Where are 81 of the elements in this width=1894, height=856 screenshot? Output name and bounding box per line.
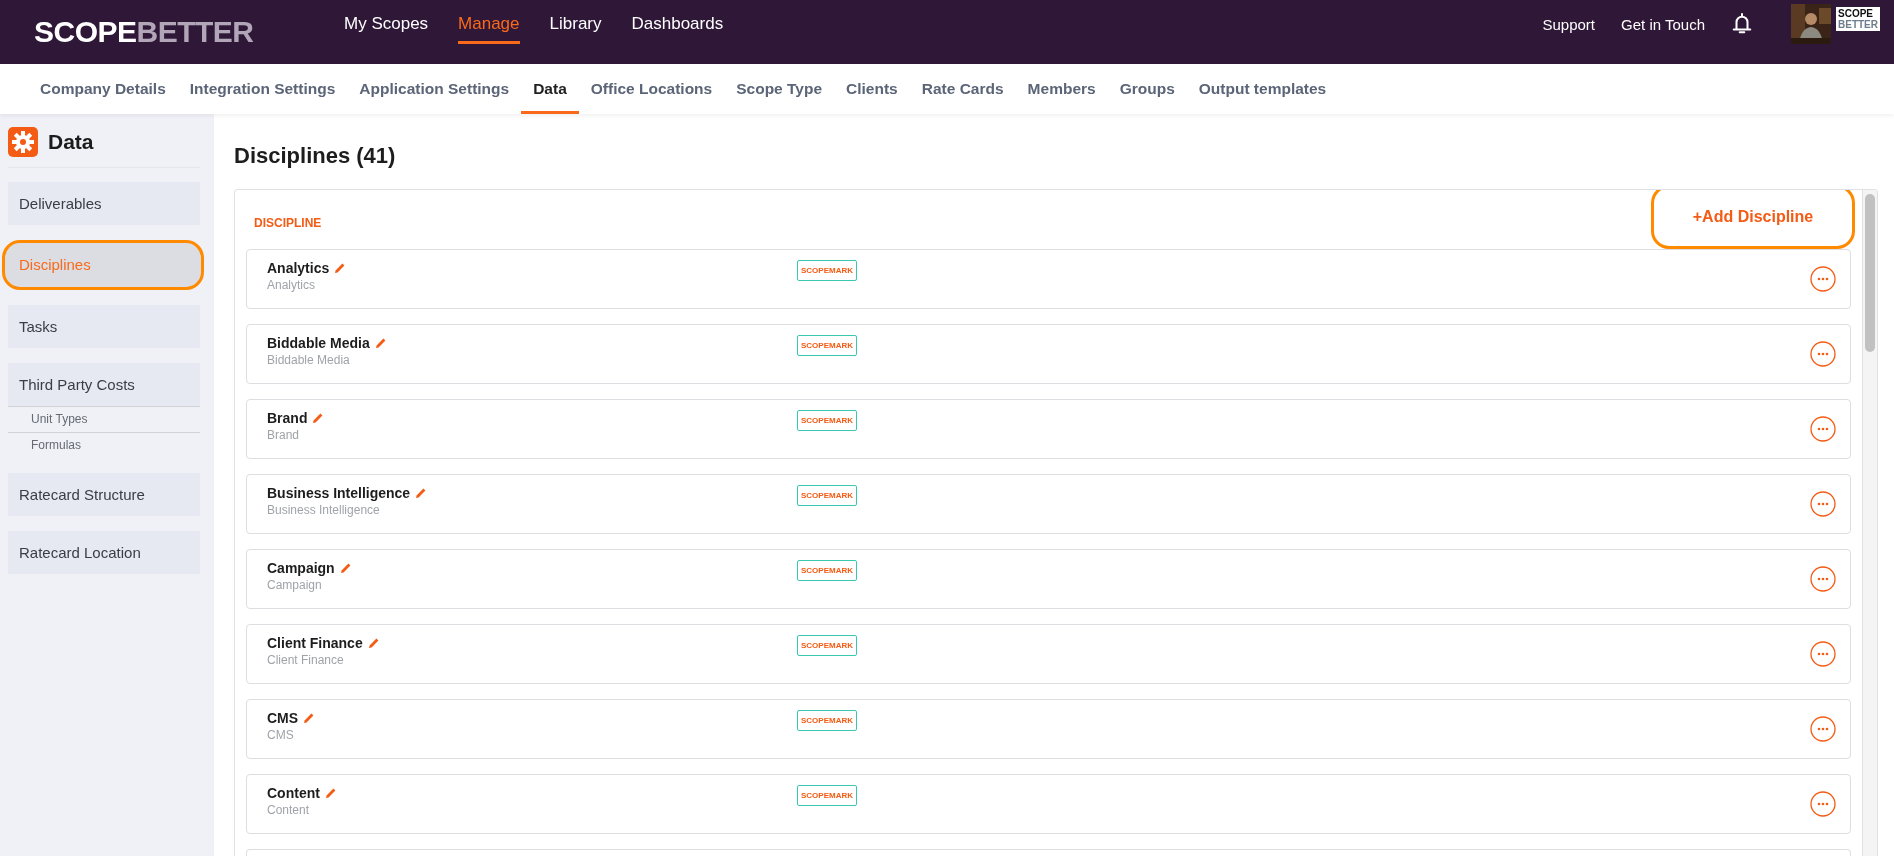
scopemark-tag: SCOPEMARK (797, 260, 857, 281)
scopemark-tag: SCOPEMARK (797, 410, 857, 431)
list-row[interactable]: Business Intelligence Business Intelligence SCOPEMARK (246, 474, 1851, 534)
discipline-name: CMS (267, 710, 299, 726)
settings-tab[interactable]: Scope Type (724, 64, 835, 114)
settings-tab[interactable]: Office Locations (578, 64, 725, 114)
pencil-icon[interactable] (367, 637, 380, 649)
discipline-name: Business Intelligence (267, 485, 411, 501)
pencil-icon[interactable] (312, 412, 325, 424)
scrollbar-thumb[interactable] (1865, 194, 1875, 352)
scrollbar[interactable] (1862, 190, 1877, 856)
nav-link[interactable]: Manage (458, 4, 520, 44)
scopemark-tag: SCOPEMARK (797, 635, 857, 656)
notification-bell-icon[interactable] (1731, 12, 1753, 36)
discipline-subtitle: Campaign (267, 578, 323, 592)
discipline-subtitle: CMS (267, 728, 295, 742)
list-row[interactable]: Brand Brand SCOPEMARK (246, 399, 1851, 459)
discipline-subtitle: Client Finance (267, 653, 345, 667)
discipline-subtitle: Biddable Media (267, 353, 351, 367)
nav-link[interactable]: Library (549, 4, 602, 44)
settings-tab[interactable]: Rate Cards (909, 64, 1016, 114)
settings-tab[interactable]: Integration Settings (177, 64, 348, 114)
settings-tab[interactable]: Output templates (1186, 64, 1339, 114)
sidebar-item[interactable]: Deliverables (8, 182, 200, 225)
list-row[interactable]: Content Content SCOPEMARK (246, 774, 1851, 834)
header-link[interactable]: Get in Touch (1621, 15, 1705, 33)
sidebar-item[interactable]: Ratecard Structure (8, 473, 200, 516)
settings-tab[interactable]: Members (1015, 64, 1108, 114)
sidebar-item[interactable]: Ratecard Location (8, 531, 200, 574)
page-title: Disciplines (41) (234, 143, 397, 169)
more-options-icon[interactable] (1810, 641, 1836, 667)
scopemark-tag: SCOPEMARK (797, 485, 857, 506)
column-header: DISCIPLINE (253, 215, 322, 230)
discipline-name: Client Finance (267, 635, 363, 651)
more-options-icon[interactable] (1810, 266, 1836, 292)
organization-logo: SCOPE BETTER (1836, 7, 1880, 31)
header-link[interactable]: Support (1542, 15, 1596, 33)
pencil-icon[interactable] (324, 787, 337, 799)
sidebar-subitem[interactable]: Unit Types (8, 406, 200, 432)
discipline-name: Content (267, 785, 320, 801)
list-row[interactable]: Biddable Media Biddable Media SCOPEMARK (246, 324, 1851, 384)
discipline-name: Campaign (267, 560, 335, 576)
more-options-icon[interactable] (1810, 341, 1836, 367)
sidebar-item[interactable]: Tasks (8, 305, 200, 348)
discipline-subtitle: Brand (267, 428, 301, 442)
settings-tab[interactable]: Groups (1107, 64, 1187, 114)
nav-link[interactable]: Dashboards (631, 4, 724, 44)
list-row[interactable]: CMS CMS SCOPEMARK (246, 699, 1851, 759)
scopemark-tag: SCOPEMARK (797, 785, 857, 806)
list-row[interactable]: Analytics Analytics SCOPEMARK (246, 249, 1851, 309)
discipline-subtitle: Content (267, 803, 311, 817)
pencil-icon[interactable] (415, 487, 428, 499)
scopemark-tag: SCOPEMARK (797, 560, 857, 581)
discipline-name: Biddable Media (267, 335, 370, 351)
app-logo[interactable]: SCOPEBETTER (34, 15, 344, 49)
pencil-icon[interactable] (374, 337, 387, 349)
discipline-subtitle: Business Intelligence (267, 503, 381, 517)
gear-icon (8, 127, 38, 157)
sidebar-title: Data (48, 130, 94, 154)
discipline-name: Analytics (267, 260, 330, 276)
list-row[interactable]: Client Finance Client Finance SCOPEMARK (246, 624, 1851, 684)
more-options-icon[interactable] (1810, 791, 1836, 817)
pencil-icon[interactable] (339, 562, 352, 574)
scopemark-tag: SCOPEMARK (797, 710, 857, 731)
more-options-icon[interactable] (1810, 416, 1836, 442)
scopemark-tag: SCOPEMARK (797, 335, 857, 356)
settings-tab[interactable]: Clients (834, 64, 910, 114)
pencil-icon[interactable] (334, 262, 347, 274)
settings-tab[interactable]: Application Settings (347, 64, 522, 114)
discipline-subtitle: Analytics (267, 278, 317, 292)
pencil-icon[interactable] (303, 712, 316, 724)
more-options-icon[interactable] (1810, 566, 1836, 592)
more-options-icon[interactable] (1810, 716, 1836, 742)
discipline-name: Brand (267, 410, 308, 426)
sidebar-subitem[interactable]: Formulas (8, 432, 200, 458)
settings-tab[interactable]: Company Details (28, 64, 178, 114)
settings-tab[interactable]: Data (521, 64, 579, 114)
nav-link[interactable]: My Scopes (344, 4, 429, 44)
more-options-icon[interactable] (1810, 491, 1836, 517)
sidebar-item[interactable]: Third Party Costs (8, 363, 200, 406)
list-row[interactable]: Campaign Campaign SCOPEMARK (246, 549, 1851, 609)
